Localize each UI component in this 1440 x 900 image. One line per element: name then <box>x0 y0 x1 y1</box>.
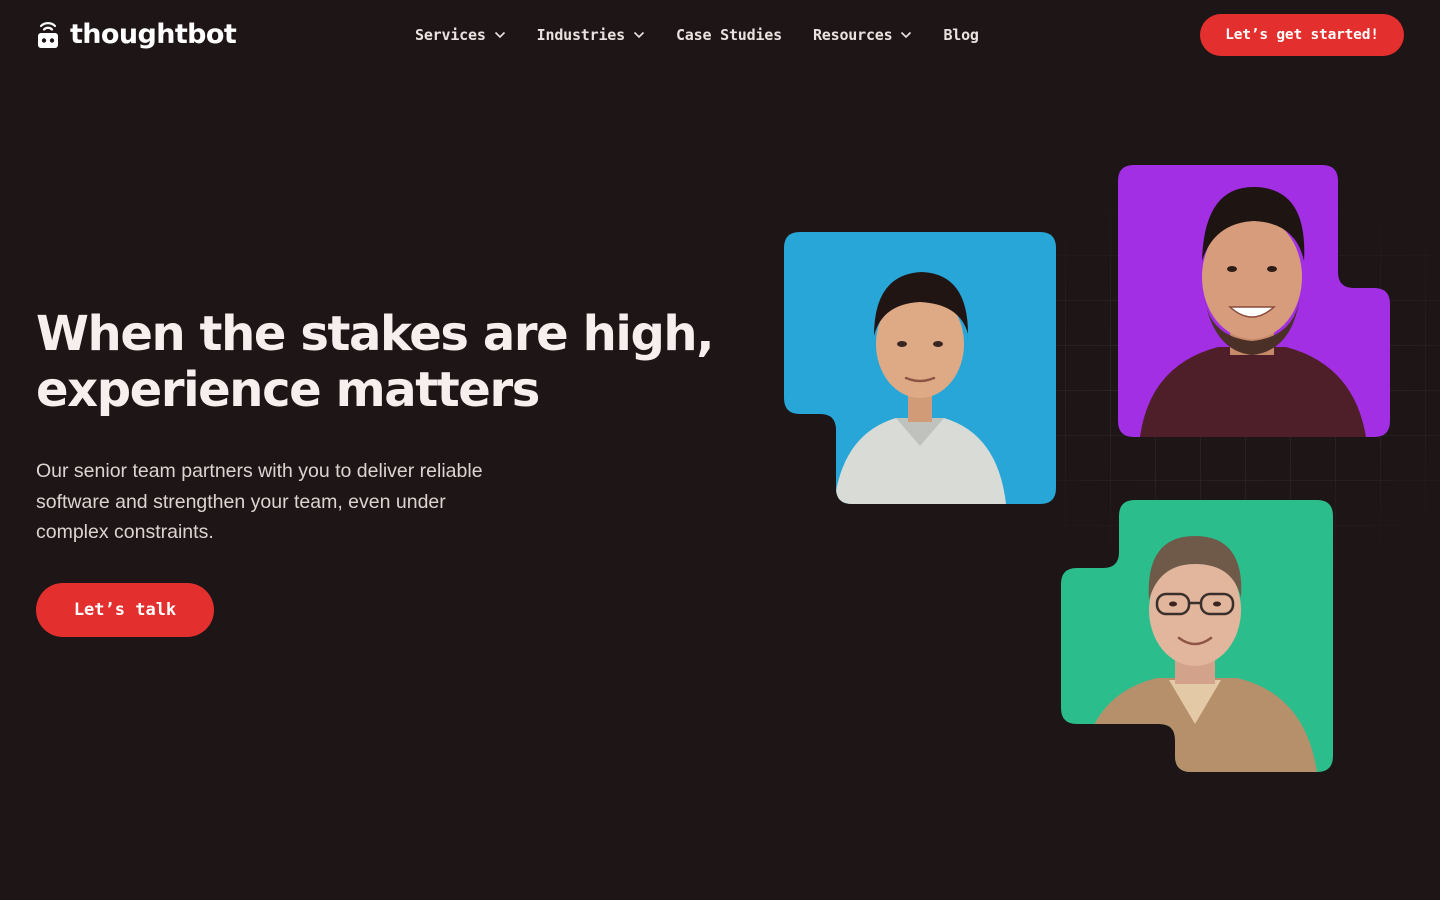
nav-label: Resources <box>812 26 893 44</box>
hero-subtitle-line: complex constraints. <box>36 521 214 543</box>
nav-label: Blog <box>943 26 979 44</box>
nav-label: Case Studies <box>675 26 782 44</box>
hero-title-line: When the stakes are high, <box>36 306 714 362</box>
chevron-down-icon <box>494 31 505 39</box>
robot-logo-icon <box>38 22 58 48</box>
team-portrait-green <box>1061 500 1333 772</box>
main-nav: Services Industries Case Studies Resourc… <box>415 20 979 50</box>
get-started-button[interactable]: Let’s get started! <box>1200 14 1404 56</box>
nav-item-resources[interactable]: Resources <box>813 26 912 44</box>
logo[interactable]: thoughtbot <box>36 14 237 54</box>
hero-title: When the stakes are high, experience mat… <box>36 306 736 418</box>
page: thoughtbot Services Industries Case Stud… <box>0 0 1440 900</box>
get-started-label: Let’s get started! <box>1225 27 1379 43</box>
logo-text: thoughtbot <box>70 18 237 50</box>
hero-subtitle: Our senior team partners with you to del… <box>36 456 556 548</box>
nav-item-industries[interactable]: Industries <box>537 26 645 44</box>
hero-subtitle-line: software and strengthen your team, even … <box>36 490 446 513</box>
lets-talk-button[interactable]: Let’s talk <box>36 583 214 637</box>
hero-title-line: experience matters <box>36 362 540 418</box>
team-portrait-blue <box>784 232 1056 504</box>
chevron-down-icon <box>633 31 645 39</box>
nav-item-case-studies[interactable]: Case Studies <box>676 26 782 44</box>
hero-subtitle-line: Our senior team partners with you to del… <box>36 460 483 482</box>
nav-item-blog[interactable]: Blog <box>943 26 979 44</box>
nav-label: Industries <box>536 26 626 44</box>
chevron-down-icon <box>901 31 912 39</box>
team-portrait-purple <box>1118 165 1390 437</box>
nav-item-services[interactable]: Services <box>415 26 506 44</box>
nav-label: Services <box>415 26 486 44</box>
lets-talk-label: Let’s talk <box>73 600 177 620</box>
